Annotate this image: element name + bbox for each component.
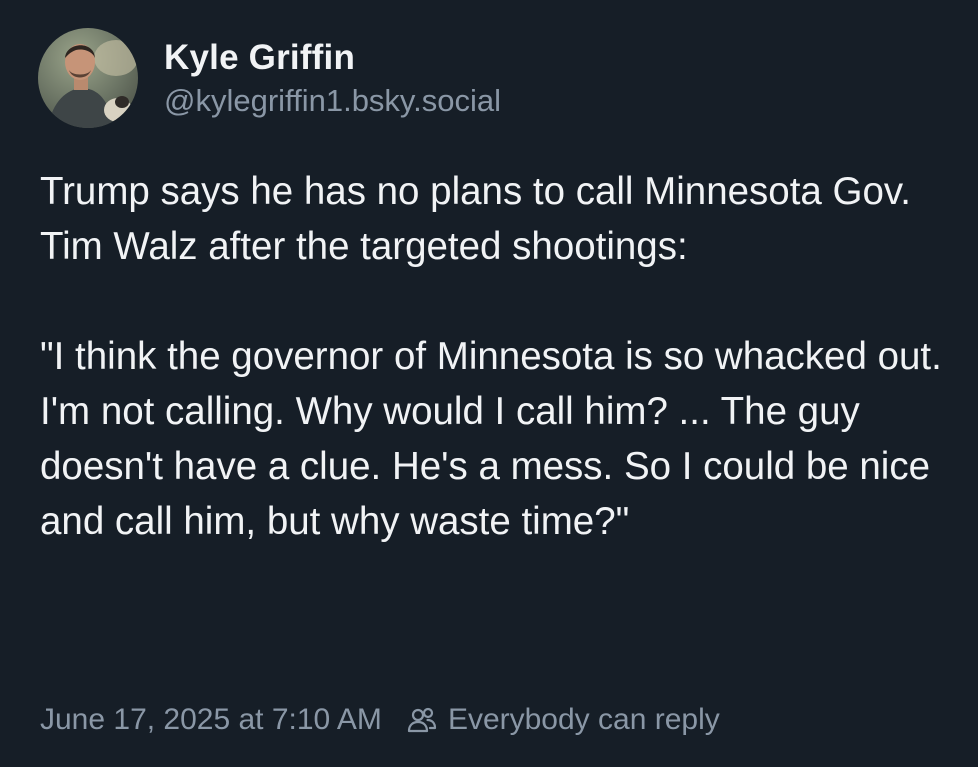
reply-setting: Everybody can reply	[406, 700, 720, 740]
post-card: Kyle Griffin @kylegriffin1.bsky.social T…	[0, 0, 978, 767]
post-paragraph-2: "I think the governor of Minnesota is so…	[40, 335, 942, 543]
post-text: Trump says he has no plans to call Minne…	[40, 164, 950, 549]
author-names: Kyle Griffin @kylegriffin1.bsky.social	[164, 36, 501, 120]
post-timestamp[interactable]: June 17, 2025 at 7:10 AM	[40, 700, 382, 740]
post-header: Kyle Griffin @kylegriffin1.bsky.social	[38, 28, 501, 128]
post-paragraph-1: Trump says he has no plans to call Minne…	[40, 170, 911, 268]
avatar-photo	[38, 28, 138, 128]
avatar[interactable]	[38, 28, 138, 128]
author-handle[interactable]: @kylegriffin1.bsky.social	[164, 82, 501, 120]
people-icon	[406, 704, 438, 736]
author-display-name[interactable]: Kyle Griffin	[164, 36, 501, 80]
post-footer: June 17, 2025 at 7:10 AM Everybody can r…	[40, 700, 720, 740]
reply-setting-label: Everybody can reply	[447, 703, 720, 736]
